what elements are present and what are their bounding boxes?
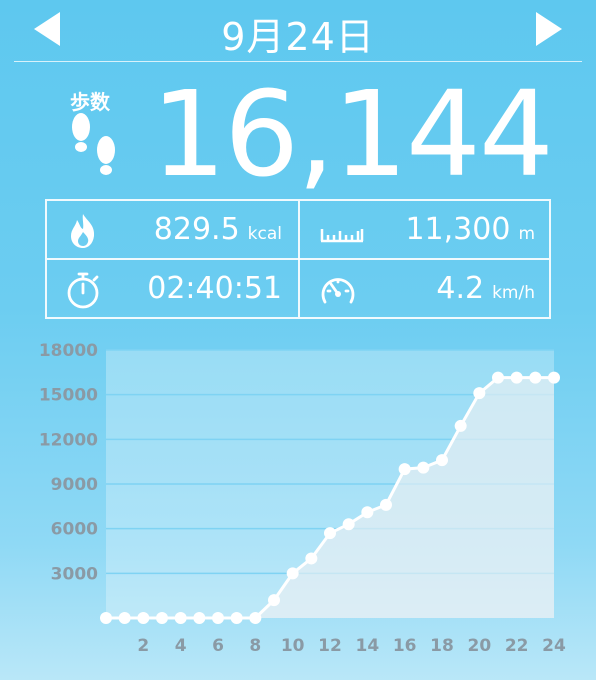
x-tick-label: 6 xyxy=(212,636,224,656)
data-point xyxy=(268,594,280,607)
duration-value: 02:40:51 xyxy=(147,271,282,306)
data-point xyxy=(174,612,187,624)
data-point xyxy=(492,371,504,384)
stopwatch-icon xyxy=(67,272,99,309)
steps-chart: 3000600090001200015000180002 4 6 8 10 12 14 16 1… xyxy=(39,341,566,656)
y-tick-label: 6000 xyxy=(51,520,98,540)
data-point xyxy=(100,612,112,624)
speed-cell: 4.2 km/h xyxy=(300,260,549,317)
data-point xyxy=(324,527,336,540)
distance-number: 11,300 xyxy=(405,212,511,247)
stats-panel: 829.5 kcal 11,300 m 02:40:51 4.2 km/h xyxy=(45,199,551,319)
calories-unit: kcal xyxy=(247,224,282,244)
data-point xyxy=(380,498,392,511)
duration-cell: 02:40:51 xyxy=(47,260,298,317)
data-point xyxy=(510,371,523,384)
calories-number: 829.5 xyxy=(153,212,240,247)
distance-cell: 11,300 m xyxy=(300,201,549,258)
x-tick-label: 18 xyxy=(430,636,454,656)
y-tick-label: 3000 xyxy=(51,564,98,584)
ruler-icon xyxy=(320,229,364,243)
data-point xyxy=(286,567,299,580)
data-point xyxy=(342,518,355,531)
x-tick-label: 12 xyxy=(318,636,342,656)
data-point xyxy=(398,463,411,476)
x-tick-label: 22 xyxy=(505,636,529,656)
data-point xyxy=(436,454,448,467)
x-tick-label: 2 xyxy=(137,636,149,656)
x-tick-label: 14 xyxy=(355,636,379,656)
x-tick-label: 24 xyxy=(542,636,566,656)
data-point xyxy=(137,612,150,624)
calories-value: 829.5 kcal xyxy=(154,212,282,252)
x-tick-label: 8 xyxy=(249,636,261,656)
data-point xyxy=(230,612,243,624)
x-tick-label: 10 xyxy=(281,636,305,656)
steps-label: 歩数 xyxy=(70,90,110,114)
flame-icon xyxy=(71,214,95,248)
data-point xyxy=(249,612,262,624)
steps-value: 16,144 xyxy=(151,65,554,203)
data-point xyxy=(361,506,374,519)
header: 9月24日 xyxy=(0,0,596,62)
calories-cell: 829.5 kcal xyxy=(47,201,298,258)
data-point xyxy=(454,419,467,432)
x-tick-label: 16 xyxy=(393,636,417,656)
distance-unit: m xyxy=(518,224,535,244)
date-title: 9月24日 xyxy=(221,15,375,59)
x-tick-label: 4 xyxy=(175,636,187,656)
data-point xyxy=(212,612,224,624)
data-point xyxy=(193,612,206,624)
data-point xyxy=(529,371,542,384)
data-point xyxy=(417,461,430,474)
data-point xyxy=(156,612,168,624)
y-tick-label: 18000 xyxy=(39,341,98,361)
data-point xyxy=(473,387,486,400)
data-point xyxy=(118,612,131,624)
footprints-icon xyxy=(72,113,115,175)
speed-unit: km/h xyxy=(492,283,535,303)
data-point xyxy=(305,552,318,565)
y-tick-label: 12000 xyxy=(39,430,98,450)
y-tick-label: 15000 xyxy=(39,386,98,406)
distance-value: 11,300 m xyxy=(405,212,535,252)
y-tick-label: 9000 xyxy=(51,475,98,495)
speed-value: 4.2 km/h xyxy=(436,271,535,311)
x-tick-label: 20 xyxy=(467,636,491,656)
speedometer-icon xyxy=(321,278,355,304)
data-point xyxy=(548,371,560,384)
header-divider xyxy=(14,61,582,62)
speed-number: 4.2 xyxy=(436,271,485,306)
next-day-arrow-icon[interactable] xyxy=(536,12,562,46)
